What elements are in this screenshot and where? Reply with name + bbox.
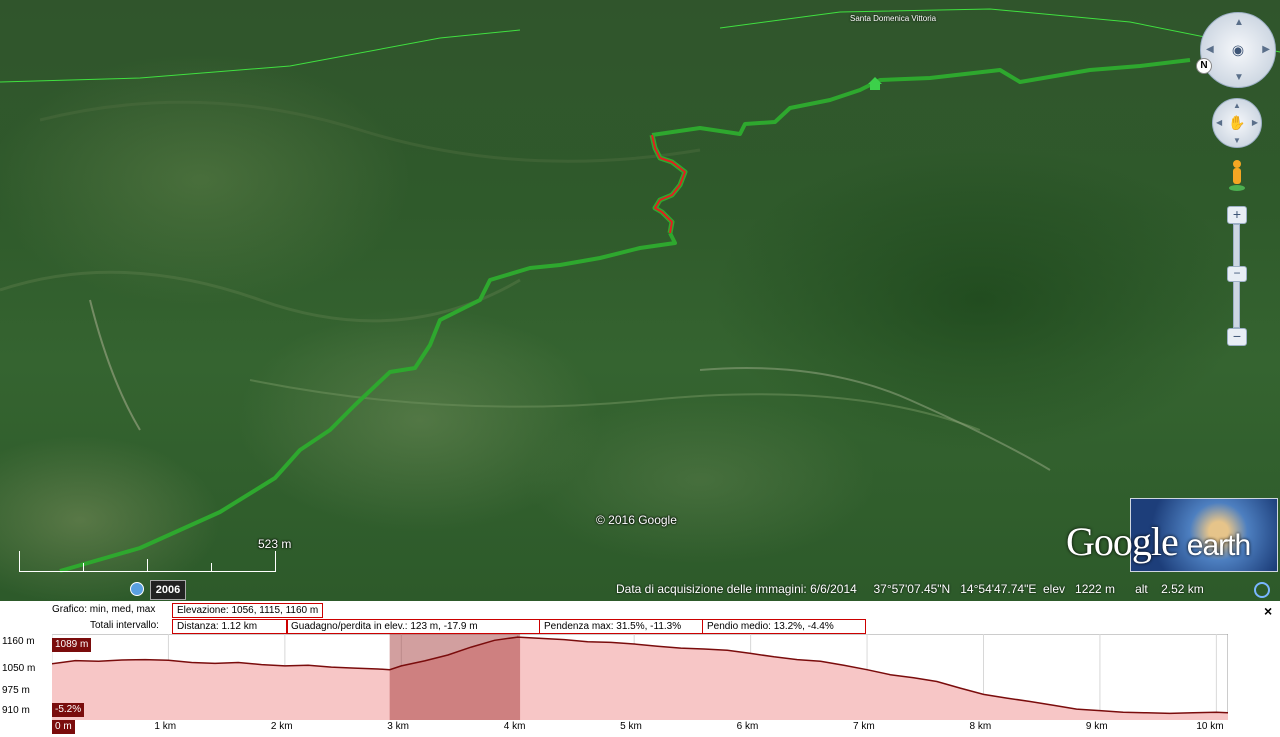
status-bar: Data di acquisizione delle immagini: 6/6… <box>616 582 1204 596</box>
acquisition-date: Data di acquisizione delle immagini: 6/6… <box>616 582 857 596</box>
zoom-slider-thumb[interactable]: − <box>1227 266 1247 282</box>
boundary-line <box>719 8 1280 53</box>
place-label: Santa Domenica Vittoria <box>850 14 937 23</box>
x-tick-label: 9 km <box>1085 721 1108 732</box>
x-tick-label: 8 km <box>969 721 992 732</box>
move-control[interactable]: ▲ ▼ ◀ ▶ ✋ <box>1212 98 1262 148</box>
scale-bar <box>19 551 276 572</box>
eye-icon: ◉ <box>1231 41 1245 58</box>
x-tick-label: 5 km <box>620 721 642 732</box>
close-icon[interactable]: × <box>1264 603 1272 619</box>
alt-label: alt <box>1135 582 1148 596</box>
elev-value: 1222 m <box>1075 582 1116 596</box>
north-indicator[interactable]: N <box>1196 58 1212 74</box>
y-tick-label: 975 m <box>2 685 30 696</box>
cursor-elevation-flag: 1089 m <box>52 638 92 652</box>
historical-year-badge[interactable]: 2006 <box>150 580 186 600</box>
zoom-out-button[interactable]: − <box>1227 328 1247 346</box>
scale-label: 523 m <box>258 537 292 551</box>
x-tick-label: 10 km <box>1196 721 1224 732</box>
pegman-icon[interactable] <box>1226 158 1248 192</box>
y-tick-label: 1050 m <box>2 663 36 674</box>
x-tick-label: 2 km <box>270 721 293 732</box>
hand-icon: ✋ <box>1228 114 1246 131</box>
latitude: 37°57'07.45"N <box>873 582 951 596</box>
selected-segment-highlight <box>651 134 686 234</box>
gps-track <box>59 232 677 573</box>
logo-earth: earth <box>1186 529 1251 562</box>
map-view[interactable]: Santa Domenica Vittoria © 2016 Google 52… <box>0 0 1280 601</box>
boundary-line <box>0 29 521 83</box>
y-tick-label: 910 m <box>2 705 30 716</box>
historical-imagery-icon[interactable] <box>130 582 144 596</box>
copyright-text: © 2016 Google <box>596 513 677 527</box>
avg-slope-stat: Pendio medio: 13.2%, -4.4% <box>702 619 866 634</box>
cursor-distance-flag: 0 m <box>52 720 75 734</box>
longitude: 14°54'47.74"E <box>960 582 1037 596</box>
x-tick-label: 3 km <box>387 721 409 732</box>
alt-value: 2.52 km <box>1161 582 1204 596</box>
x-tick-label: 1 km <box>154 721 177 732</box>
streaming-indicator-icon <box>1254 582 1270 598</box>
selected-range <box>389 634 521 720</box>
google-earth-logo: Google earth <box>1066 498 1278 574</box>
totals-label: Totali intervallo: <box>90 620 159 631</box>
gps-track <box>651 58 1191 137</box>
graph-label: Grafico: min, med, max <box>52 604 156 615</box>
elev-label: elev <box>1043 582 1066 596</box>
cursor-slope-flag: -5.2% <box>52 703 85 717</box>
logo-google: Google <box>1066 519 1179 564</box>
gain-loss-stat: Guadagno/perdita in elev.: 123 m, -17.9 … <box>286 619 540 634</box>
zoom-in-button[interactable]: + <box>1227 206 1247 224</box>
y-tick-label: 1160 m <box>2 636 35 647</box>
x-tick-label: 7 km <box>853 721 875 732</box>
look-control[interactable]: ▲ ▼ ◀ ▶ ◉ <box>1200 12 1276 88</box>
elevation-chart[interactable] <box>52 634 1228 720</box>
x-tick-label: 6 km <box>736 721 759 732</box>
max-slope-stat: Pendenza max: 31.5%, -11.3% <box>539 619 703 634</box>
x-tick-label: 4 km <box>503 721 526 732</box>
distance-stat: Distanza: 1.12 km <box>172 619 288 634</box>
elevation-stats: Elevazione: 1056, 1115, 1160 m <box>172 603 324 618</box>
